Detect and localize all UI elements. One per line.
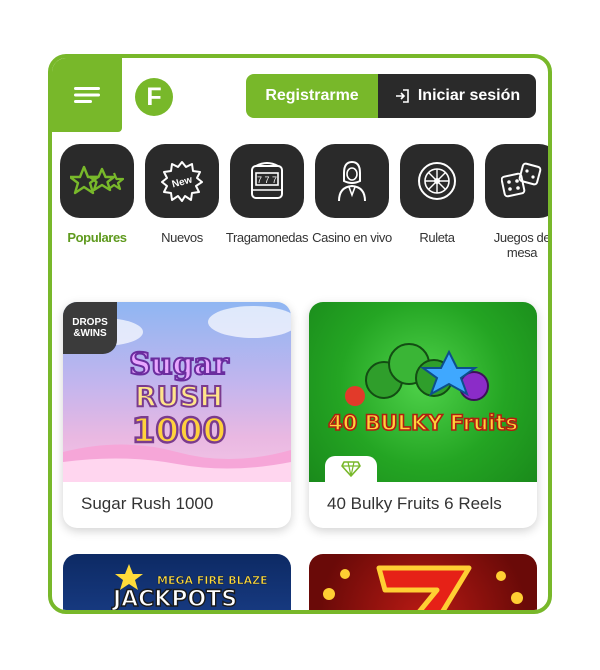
category-label: Ruleta	[419, 230, 455, 245]
category-label: Casino en vivo	[312, 230, 392, 245]
app-frame: F Registrarme Iniciar sesión Populares N…	[48, 54, 552, 614]
site-logo[interactable]: F	[135, 78, 173, 116]
category-casino-en-vivo[interactable]: Casino en vivo	[312, 144, 392, 260]
category-icon-tile: 7 7 7	[230, 144, 304, 218]
roulette-icon	[418, 162, 456, 200]
login-icon	[395, 89, 409, 103]
slot-machine-icon: 7 7 7	[251, 162, 283, 199]
category-label: Populares	[67, 230, 127, 245]
exclusive-badge	[325, 456, 377, 482]
jackpots-art: MEGA FIRE BLAZE JACKPOTS	[110, 564, 268, 612]
seven-art	[323, 565, 523, 610]
game-card[interactable]: MEGA FIRE BLAZE JACKPOTS	[63, 554, 291, 612]
category-label: Tragamonedas	[225, 230, 309, 245]
svg-text:New: New	[171, 174, 194, 190]
category-icon-tile	[485, 144, 548, 218]
bulky-fruits-art: 40 BULKY Fruits	[327, 343, 519, 436]
game-card[interactable]: 40 BULKY Fruits 40 Bulky Fruits 6 Reels	[309, 302, 537, 528]
category-icon-tile	[315, 144, 389, 218]
category-label: Juegos de mesa	[493, 230, 551, 260]
category-populares[interactable]: Populares	[60, 144, 134, 260]
login-button[interactable]: Iniciar sesión	[378, 74, 536, 118]
game-title: 40 Bulky Fruits 6 Reels	[327, 494, 502, 513]
category-ruleta[interactable]: Ruleta	[400, 144, 474, 260]
new-badge-icon: New	[161, 161, 203, 202]
svg-text:RUSH: RUSH	[135, 380, 223, 413]
category-label: Nuevos	[161, 230, 203, 245]
game-title: Sugar Rush 1000	[81, 494, 214, 513]
category-icon-tile	[400, 144, 474, 218]
register-button[interactable]: Registrarme	[246, 74, 378, 118]
stars-icon	[70, 165, 124, 195]
drops-wins-badge: DROPS &WINS	[63, 302, 117, 354]
logo-letter: F	[146, 82, 162, 111]
category-icon-tile	[60, 144, 134, 218]
game-card[interactable]: Sugar RUSH 1000 DROPS &WINS Sugar Rush 10…	[63, 302, 291, 528]
category-icon-tile: New	[145, 144, 219, 218]
category-nuevos[interactable]: New Nuevos	[145, 144, 219, 260]
game-thumbnail: Sugar RUSH 1000 DROPS &WINS	[63, 302, 291, 482]
svg-text:Sugar: Sugar	[129, 347, 230, 382]
category-bar: Populares New Nuevos 7 7 7 Tragamonedas …	[60, 144, 548, 260]
game-thumbnail: 40 BULKY Fruits	[309, 302, 537, 482]
auth-buttons: Registrarme Iniciar sesión	[246, 74, 536, 118]
menu-icon	[74, 87, 100, 103]
dice-icon	[501, 162, 542, 198]
svg-text:1000: 1000	[132, 411, 227, 451]
category-juegos-de-mesa[interactable]: Juegos de mesa	[485, 144, 548, 260]
diamond-icon	[341, 461, 361, 477]
svg-text:MEGA FIRE BLAZE: MEGA FIRE BLAZE	[157, 574, 268, 587]
live-dealer-icon	[338, 160, 366, 202]
register-label: Registrarme	[265, 87, 359, 104]
menu-button[interactable]	[52, 58, 122, 132]
svg-text:7 7 7: 7 7 7	[257, 175, 277, 185]
category-tragamonedas[interactable]: 7 7 7 Tragamonedas	[226, 144, 308, 260]
game-card[interactable]	[309, 554, 537, 610]
svg-text:40 BULKY Fruits: 40 BULKY Fruits	[328, 411, 518, 435]
svg-text:JACKPOTS: JACKPOTS	[111, 587, 237, 612]
login-label: Iniciar sesión	[417, 87, 521, 104]
